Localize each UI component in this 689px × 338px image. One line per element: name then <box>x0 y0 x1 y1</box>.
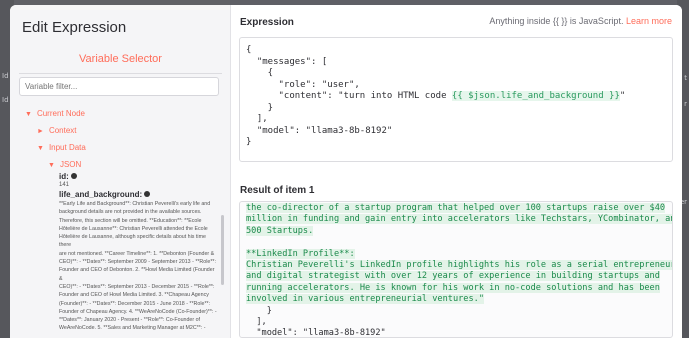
result-line: the co-director of a startup program tha… <box>246 203 666 213</box>
add-icon[interactable] <box>70 173 77 179</box>
result-line: } <box>246 305 272 316</box>
code-line: "messages": [ <box>246 56 328 67</box>
value-line: Hôtelière de Lausanne**: Christian Pever… <box>59 225 208 232</box>
result-line: million in funding and gain entry into a… <box>246 214 672 225</box>
property-life-and-background-value: **Early Life and Background**: Christian… <box>59 200 219 333</box>
tree-node-label: Context <box>48 126 77 135</box>
result-preview: the co-director of a startup program tha… <box>239 201 673 338</box>
result-line: involved in various entrepreneurial vent… <box>246 294 484 305</box>
variable-selector-heading: Variable Selector <box>19 47 222 74</box>
add-icon[interactable] <box>144 191 151 197</box>
code-line: "role": "user", <box>246 79 360 90</box>
code-line: ], <box>246 114 268 124</box>
template-expression: {{ $json.life_and_background }} <box>451 91 620 101</box>
expression-area: Expression Anything inside {{ }} is Java… <box>231 5 682 338</box>
property-life-and-background[interactable]: life_and_background: <box>59 190 151 199</box>
tree-node-input-data[interactable]: ▼ Input Data <box>37 143 86 152</box>
value-line: Hôtelière de Lausanne, although specific… <box>59 234 206 249</box>
expression-editor[interactable]: { "messages": [ { "role": "user", "conte… <box>239 37 673 162</box>
chevron-down-icon: ▼ <box>48 162 55 169</box>
expression-label: Expression <box>240 17 294 28</box>
variable-filter-input[interactable] <box>19 77 219 96</box>
edit-expression-modal: Edit Expression Variable Selector ▼ Curre… <box>10 5 682 338</box>
result-line <box>246 237 666 248</box>
result-label: Result of item 1 <box>240 185 315 196</box>
value-line: CEO)**: - **Dates**: September 2013 - De… <box>59 283 215 290</box>
tree-node-context[interactable]: ► Context <box>37 126 77 135</box>
expression-hint: Anything inside {{ }} is JavaScript. Lea… <box>489 16 672 26</box>
value-line: **Dates**: January 2020 - Present - **Ro… <box>59 317 201 324</box>
tree-node-label: JSON <box>59 160 82 169</box>
tree-node-label: Input Data <box>48 143 86 152</box>
variable-selector-panel: Edit Expression Variable Selector ▼ Curre… <box>10 5 231 338</box>
value-line: Founder of Chapeau Agency. 4. **WeAreNoC… <box>59 308 217 315</box>
result-line: running accelerators. He is known for hi… <box>246 282 660 293</box>
value-line: background details are not provided in t… <box>59 209 202 216</box>
learn-more-link[interactable]: Learn more <box>626 16 672 26</box>
value-line: CEO)**: - **Dates**: September 2009 - Se… <box>59 259 216 266</box>
code-text: "content": "turn into HTML code <box>246 91 452 101</box>
code-line: { <box>246 68 274 78</box>
result-line: Christian Peverelli's LinkedIn profile h… <box>246 260 672 271</box>
value-line: **Early Life and Background**: Christian… <box>59 201 211 207</box>
value-line: (Founder)**: - **Dates**: December 2015 … <box>59 300 211 307</box>
chevron-down-icon: ▼ <box>25 111 32 118</box>
code-line: "content": "turn into HTML code {{ $json… <box>246 91 666 103</box>
result-line: **LinkedIn Profile**: <box>246 248 355 259</box>
property-id[interactable]: id: <box>59 172 77 181</box>
background-label: Id <box>2 96 9 104</box>
value-line: Founder and CEO of Debonton. 2. **Howl M… <box>59 267 215 282</box>
code-line: } <box>246 137 252 147</box>
property-id-value: 141 <box>59 182 70 188</box>
background-label: Id <box>2 72 9 80</box>
background-label: r <box>684 100 687 108</box>
result-line: 500 Startups. <box>246 225 314 236</box>
result-line: "model": "llama3-8b-8192" <box>246 328 386 338</box>
tree-node-current-node[interactable]: ▼ Current Node <box>25 109 85 118</box>
expression-code[interactable]: { "messages": [ { "role": "user", "conte… <box>240 38 672 156</box>
code-line: } <box>246 102 274 113</box>
chevron-down-icon: ▼ <box>37 145 44 152</box>
result-code: the co-director of a startup program tha… <box>240 202 672 338</box>
code-text: " <box>619 91 626 101</box>
result-line: ], <box>246 317 267 328</box>
value-line: Therefore, this section will be omitted.… <box>59 217 202 224</box>
value-line: are not mentioned. **Career Timeline**: … <box>59 250 215 257</box>
result-line: and digital strategist with over 12 year… <box>246 271 660 282</box>
scrollbar[interactable] <box>221 215 224 285</box>
value-line: WeAreNoCode. 5. **Sales and Marketing Ma… <box>59 325 206 332</box>
code-line: { <box>246 45 252 55</box>
background-label: t <box>684 74 687 82</box>
value-line: Founder and CEO of Howl Media Limited. 3… <box>59 292 209 299</box>
tree-node-label: Current Node <box>36 109 85 118</box>
chevron-right-icon: ► <box>37 128 44 135</box>
modal-title: Edit Expression <box>22 19 127 36</box>
tree-node-json[interactable]: ▼ JSON <box>48 160 81 169</box>
code-line: "model": "llama3-8b-8192" <box>246 125 393 136</box>
